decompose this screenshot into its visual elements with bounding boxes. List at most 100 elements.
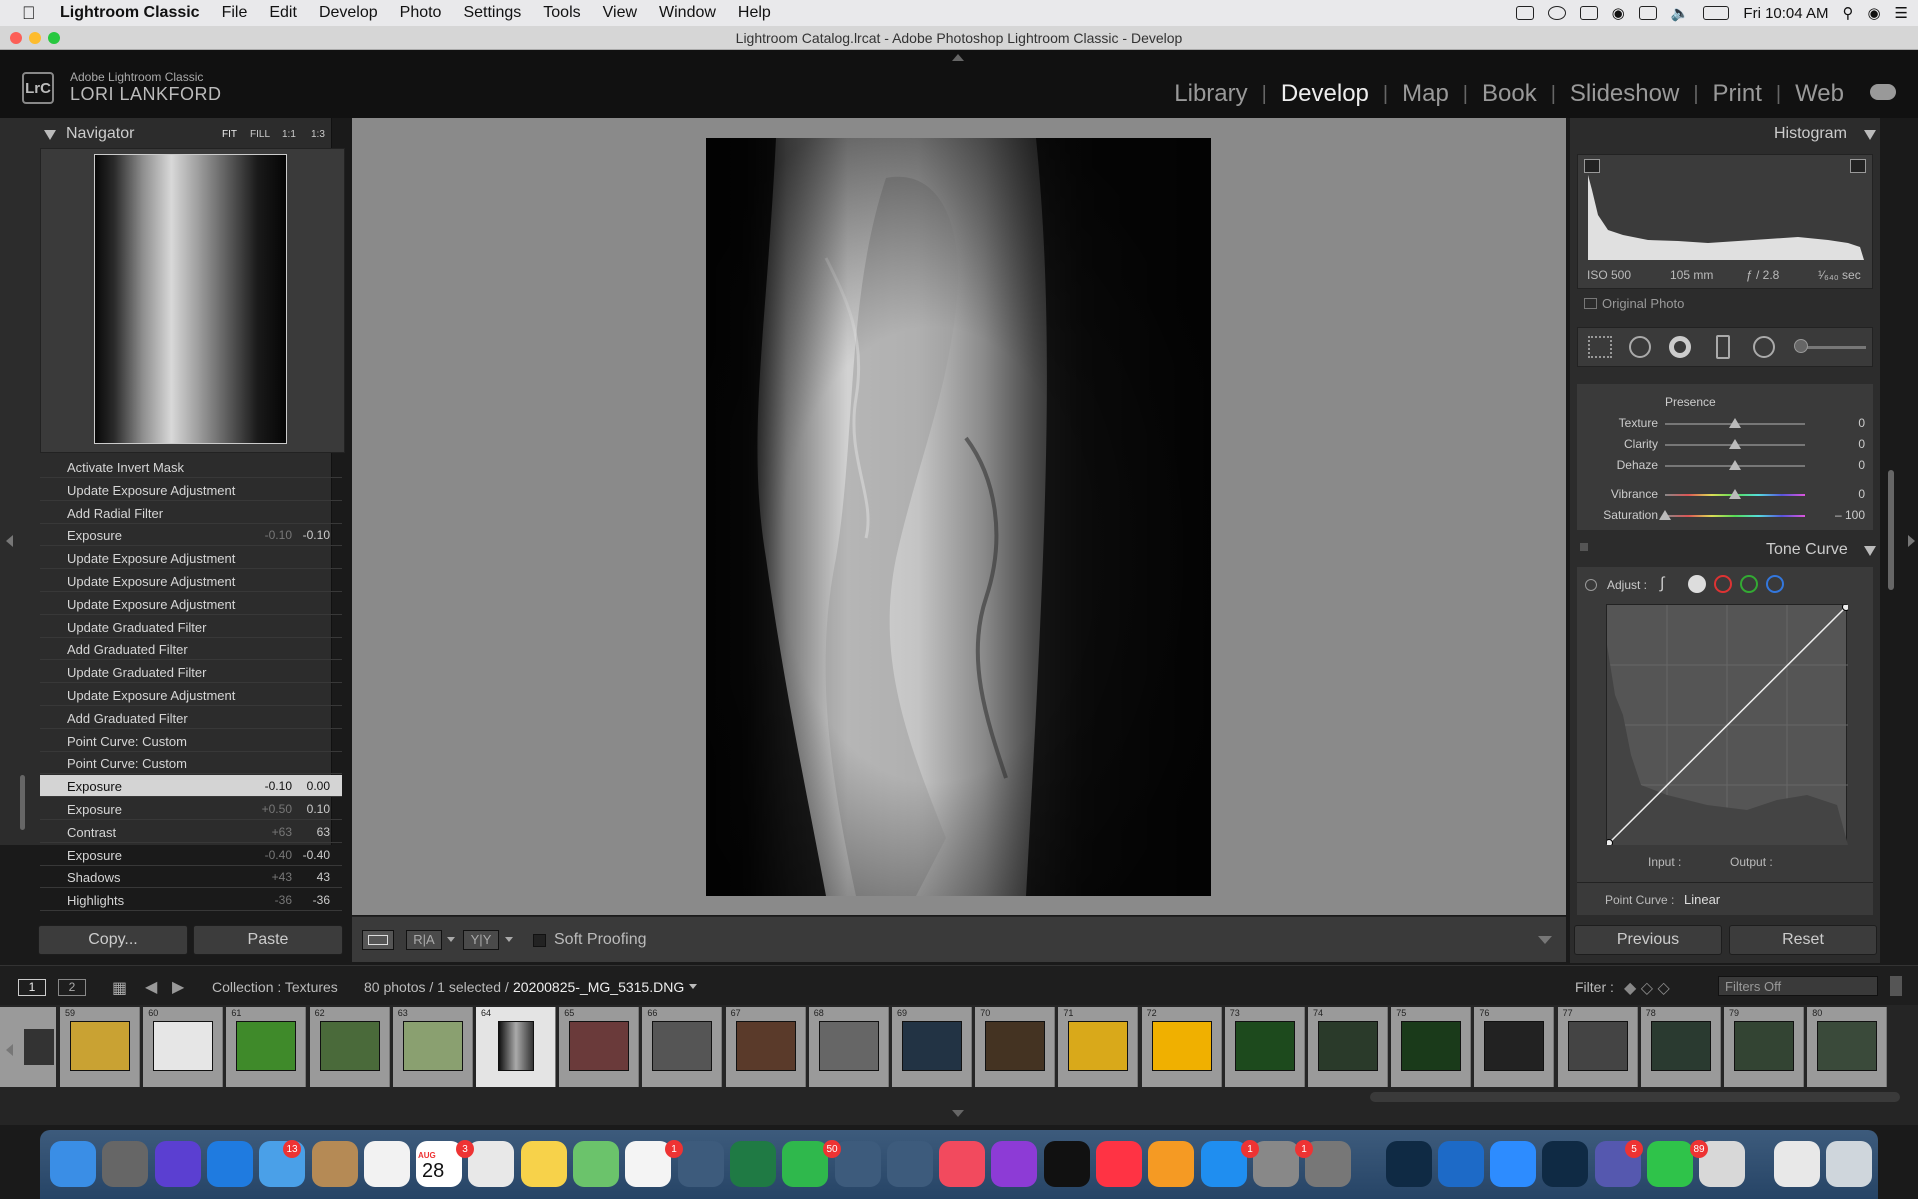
spotlight-search-icon[interactable]: ⚲ [1842, 4, 1853, 22]
menu-develop[interactable]: Develop [319, 4, 378, 22]
menu-edit[interactable]: Edit [269, 4, 297, 22]
menu-view[interactable]: View [603, 4, 637, 22]
green-channel-icon[interactable] [1740, 575, 1758, 593]
slider-value-saturation[interactable]: – 100 [1825, 508, 1865, 522]
filmstrip-thumb[interactable]: 72 [1141, 1007, 1222, 1087]
reminders-icon[interactable] [363, 1141, 410, 1187]
filter-lock-icon[interactable] [1890, 976, 1902, 996]
menu-help[interactable]: Help [738, 4, 771, 22]
spot-removal-tool-icon[interactable] [1629, 336, 1651, 358]
history-step[interactable]: Exposure -0.40 -0.40 [40, 844, 342, 866]
blue-channel-icon[interactable] [1766, 575, 1784, 593]
menu-photo[interactable]: Photo [400, 4, 442, 22]
outlook-icon[interactable] [1437, 1141, 1484, 1187]
module-slideshow[interactable]: Slideshow [1556, 80, 1693, 108]
tone-curve-graph[interactable] [1605, 603, 1850, 847]
targeted-adjustment-icon[interactable] [1585, 579, 1597, 591]
filmstrip-thumb[interactable]: 63 [392, 1007, 473, 1087]
filmstrip-thumb[interactable]: 73 [1224, 1007, 1305, 1087]
history-step[interactable]: Highlights -36 -36 [40, 889, 342, 912]
clock[interactable]: Fri 10:04 AM [1743, 5, 1828, 22]
point-curve-select[interactable]: Linear [1684, 892, 1720, 907]
battery-icon[interactable] [1703, 6, 1730, 20]
notes-icon[interactable] [520, 1141, 567, 1187]
unknown-app-icon-3[interactable] [886, 1141, 933, 1187]
adjustment-brush-icon[interactable] [1794, 339, 1808, 353]
collapse-left-panel-icon[interactable] [6, 535, 13, 547]
control-center-icon[interactable]: ☰ [1895, 4, 1908, 22]
wifi-icon[interactable]: ◉ [1612, 4, 1625, 22]
filmstrip-thumb[interactable]: 80 [1807, 1007, 1888, 1087]
history-scrollbar[interactable] [20, 775, 25, 830]
collapse-right-panel-icon[interactable] [1908, 535, 1915, 547]
history-step[interactable]: Activate Invert Mask [40, 462, 342, 478]
filmstrip-thumb[interactable]: 77 [1557, 1007, 1638, 1087]
toolbar-content-dropdown-icon[interactable] [1538, 936, 1552, 944]
facetime-icon[interactable] [782, 1141, 829, 1187]
tone-curve-collapse-icon[interactable] [1864, 543, 1876, 561]
app-store-icon[interactable] [1200, 1141, 1247, 1187]
menu-window[interactable]: Window [659, 4, 716, 22]
slider-knob-vibrance[interactable] [1729, 489, 1741, 499]
history-step[interactable]: Update Exposure Adjustment [40, 479, 342, 501]
history-step[interactable]: Point Curve: Custom [40, 730, 342, 752]
excel-icon[interactable] [729, 1141, 776, 1187]
filmstrip-thumb[interactable]: 61 [226, 1007, 307, 1087]
contacts-icon[interactable] [311, 1141, 358, 1187]
histogram-graph[interactable] [1578, 155, 1874, 265]
filmstrip-thumb[interactable]: 70 [975, 1007, 1056, 1087]
filmstrip-thumb[interactable]: 69 [892, 1007, 972, 1087]
slider-value-vibrance[interactable]: 0 [1825, 487, 1865, 501]
filter-preset-select[interactable]: Filters Off [1718, 976, 1878, 996]
history-step[interactable]: Exposure +0.50 0.10 [40, 798, 342, 820]
filmstrip-thumb[interactable]: 75 [1391, 1007, 1472, 1087]
slider-value-clarity[interactable]: 0 [1825, 437, 1865, 451]
highlight-clipping-icon[interactable] [1850, 159, 1866, 173]
apple-icon[interactable]:  [22, 3, 42, 24]
graduated-filter-icon[interactable] [1716, 335, 1730, 359]
creative-cloud-icon[interactable] [1547, 6, 1566, 20]
point-curve-icon[interactable] [1688, 575, 1706, 593]
menu-file[interactable]: File [222, 4, 248, 22]
zoom-icon[interactable] [1490, 1141, 1537, 1187]
history-step[interactable]: Update Graduated Filter [40, 661, 342, 684]
collapse-top-panel-icon[interactable] [952, 54, 964, 61]
slider-knob-saturation[interactable] [1659, 510, 1671, 520]
safari-icon[interactable] [206, 1141, 253, 1187]
filmstrip-thumb[interactable]: 67 [725, 1007, 806, 1087]
shadow-clipping-icon[interactable] [1584, 159, 1600, 173]
history-step[interactable]: Add Radial Filter [40, 502, 342, 524]
slider-knob-clarity[interactable] [1729, 439, 1741, 449]
histogram-collapse-icon[interactable] [1864, 127, 1876, 145]
tone-curve-toggle-icon[interactable] [1580, 543, 1588, 551]
file-stack-icon[interactable] [1773, 1141, 1820, 1187]
history-step[interactable]: Point Curve: Custom [40, 752, 342, 775]
music-icon[interactable] [939, 1141, 986, 1187]
radial-filter-icon[interactable] [1753, 336, 1775, 358]
module-map[interactable]: Map [1388, 80, 1463, 108]
previous-button[interactable]: Previous [1574, 925, 1722, 955]
collection-name[interactable]: Collection : Textures [212, 979, 338, 995]
history-step[interactable]: Exposure -0.10 -0.10 [40, 524, 342, 547]
unknown-app-icon-2[interactable] [834, 1141, 881, 1187]
history-step[interactable]: Shadows +43 43 [40, 866, 342, 889]
launchpad-icon[interactable] [102, 1141, 149, 1187]
zoom-fill[interactable]: FILL [250, 129, 270, 140]
paste-button[interactable]: Paste [193, 925, 343, 955]
selected-filename[interactable]: 20200825-_MG_5315.DNG [513, 979, 684, 995]
close-window-button[interactable] [10, 32, 22, 44]
filmstrip-scroll-left-icon[interactable] [6, 1044, 13, 1056]
filmstrip-thumb[interactable]: 62 [309, 1007, 390, 1087]
history-step[interactable]: Contrast +63 63 [40, 821, 342, 843]
red-channel-icon[interactable] [1714, 575, 1732, 593]
slider-knob-dehaze[interactable] [1729, 460, 1741, 470]
lightroom-classic-icon[interactable] [1385, 1141, 1432, 1187]
news-icon[interactable] [1096, 1141, 1142, 1187]
slider-knob-texture[interactable] [1729, 418, 1741, 428]
history-step[interactable]: Update Exposure Adjustment [40, 570, 342, 592]
history-step[interactable]: Update Exposure Adjustment [40, 593, 342, 615]
back-arrow-icon[interactable]: ◀ [145, 977, 157, 997]
right-panel-scrollbar[interactable] [1888, 470, 1894, 590]
maps-icon[interactable] [573, 1141, 619, 1187]
history-step[interactable]: Update Exposure Adjustment [40, 547, 342, 570]
